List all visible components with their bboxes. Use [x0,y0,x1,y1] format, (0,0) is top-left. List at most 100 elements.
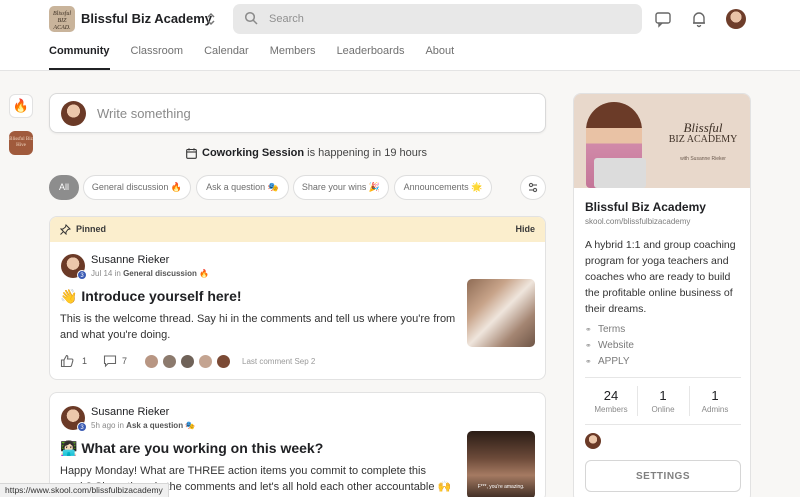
post-meta: Jul 14 in General discussion 🔥 [91,269,209,278]
post-card[interactable]: 3 Susanne Rieker 5h ago in Ask a questio… [49,392,546,497]
group-shortcut-blissful-biz-hive[interactable]: Blissful Biz Hive [9,131,33,155]
post-title[interactable]: 👋 Introduce yourself here! [60,288,242,305]
filter-ask-a-question[interactable]: Ask a question 🎭 [196,175,289,200]
stat-value: 1 [659,388,667,403]
stat-online[interactable]: 1 Online [637,388,689,414]
thumbnail-caption: F***, you're amazing. [477,484,525,490]
torch-icon[interactable]: 🔥 [9,94,33,118]
user-avatar[interactable] [726,9,746,29]
filter-general-discussion[interactable]: General discussion 🔥 [83,175,191,200]
filter-announcements[interactable]: Announcements 🌟 [394,175,492,200]
cover-title-text: BIZ ACADEMY [668,134,738,145]
level-badge: 3 [77,422,87,432]
stat-members[interactable]: 24 Members [585,388,637,414]
rail-group-label: Blissful Biz Hive [9,137,33,148]
pin-icon [60,224,71,235]
event-name[interactable]: Coworking Session [202,147,304,159]
last-comment: Last comment Sep 2 [242,357,316,366]
cover-script-text: Blissful [683,120,723,135]
level-badge: 3 [77,270,87,280]
tab-calendar[interactable]: Calendar [204,45,249,70]
group-description: A hybrid 1:1 and group coaching program … [585,239,736,315]
post-in-word: in [117,421,124,430]
link-icon: ⚭ [585,341,592,350]
divider [585,377,741,378]
post-title[interactable]: 👩🏻‍💻 What are you working on this week? [60,440,323,457]
commenter-avatar[interactable] [162,354,177,369]
filter-all[interactable]: All [49,175,79,200]
link-label: APPLY [598,356,630,367]
commenter-avatar[interactable] [144,354,159,369]
calendar-icon [186,148,197,159]
post-thumbnail[interactable] [467,279,535,347]
post-category[interactable]: General discussion 🔥 [123,269,209,278]
sliders-icon [528,182,538,193]
author-name[interactable]: Susanne Rieker [91,406,169,418]
chevron-updown-icon[interactable] [204,11,218,27]
like-count: 1 [82,356,88,366]
hide-button[interactable]: Hide [515,224,535,234]
filter-share-your-wins[interactable]: Share your wins 🎉 [293,175,389,200]
composer-placeholder[interactable]: Write something [97,106,191,121]
tab-classroom[interactable]: Classroom [131,45,184,70]
chat-icon[interactable] [654,10,672,28]
post-date: 5h ago [91,421,116,430]
cover-title: Blissful BIZ ACADEMY [657,120,749,146]
post-body: This is the welcome thread. Say hi in th… [60,313,456,341]
group-url[interactable]: skool.com/blissfulbizacademy [585,217,690,226]
author-name[interactable]: Susanne Rieker [91,254,169,266]
comment-icon[interactable] [103,354,117,368]
cover-subtitle: with Susanne Rieker [680,156,726,162]
link-terms[interactable]: ⚭ Terms [585,324,625,335]
member-avatar[interactable] [585,433,601,449]
group-name: Blissful Biz Academy [585,200,706,214]
post-in-word: in [114,269,121,278]
stat-label: Online [651,405,675,414]
group-logo[interactable]: Blissful BIZ ACAD. [49,6,75,32]
post-card-pinned[interactable]: Pinned Hide 3 Susanne Rieker Jul 14 in G… [49,216,546,380]
stat-label: Admins [701,405,729,414]
top-header: BlissfulBIZACAD. Blissful Biz Academy Co… [0,0,800,71]
link-website[interactable]: ⚭ Website [585,340,634,351]
link-apply[interactable]: ⚭ APPLY [585,356,630,367]
tab-about[interactable]: About [425,45,454,70]
stat-value: 24 [603,388,619,403]
event-time: is happening in 19 hours [307,147,428,159]
group-title[interactable]: Blissful Biz Academy [81,11,212,26]
tab-leaderboards[interactable]: Leaderboards [337,45,405,70]
pinned-label: Pinned [76,224,107,234]
post-thumbnail[interactable]: F***, you're amazing. [467,431,535,497]
tab-members[interactable]: Members [270,45,316,70]
event-banner[interactable]: Coworking Session is happening in 19 hou… [202,147,427,159]
divider [585,424,741,425]
search-input[interactable] [233,4,642,34]
link-label: Website [598,340,634,351]
search-icon [244,11,258,25]
commenter-avatar[interactable] [180,354,195,369]
bell-icon[interactable] [690,10,708,28]
tab-community[interactable]: Community [49,45,110,70]
post-date: Jul 14 [91,269,113,278]
stat-admins[interactable]: 1 Admins [689,388,741,414]
post-meta: 5h ago in Ask a question 🎭 [91,421,195,430]
nav-tabs: Community Classroom Calendar Members Lea… [49,45,475,70]
comment-count: 7 [122,356,128,366]
link-icon: ⚭ [585,357,592,366]
like-icon[interactable] [60,354,74,368]
group-sidebar: Blissful BIZ ACADEMY with Susanne Rieker… [573,93,751,497]
post-composer[interactable]: Write something [49,93,546,133]
composer-avatar [61,101,86,126]
status-bar-url: https://www.skool.com/blissfulbizacademy [0,483,169,497]
search-bar[interactable] [233,4,642,34]
link-label: Terms [598,324,626,335]
pinned-bar: Pinned Hide [50,217,545,242]
stat-value: 1 [711,388,719,403]
commenter-avatar[interactable] [198,354,213,369]
laptop-icon [594,158,646,188]
link-icon: ⚭ [585,325,592,334]
filter-settings-button[interactable] [520,175,546,200]
settings-button[interactable]: SETTINGS [585,460,741,492]
stat-label: Members [594,405,628,414]
commenter-avatar[interactable] [216,354,231,369]
post-category[interactable]: Ask a question 🎭 [126,421,195,430]
